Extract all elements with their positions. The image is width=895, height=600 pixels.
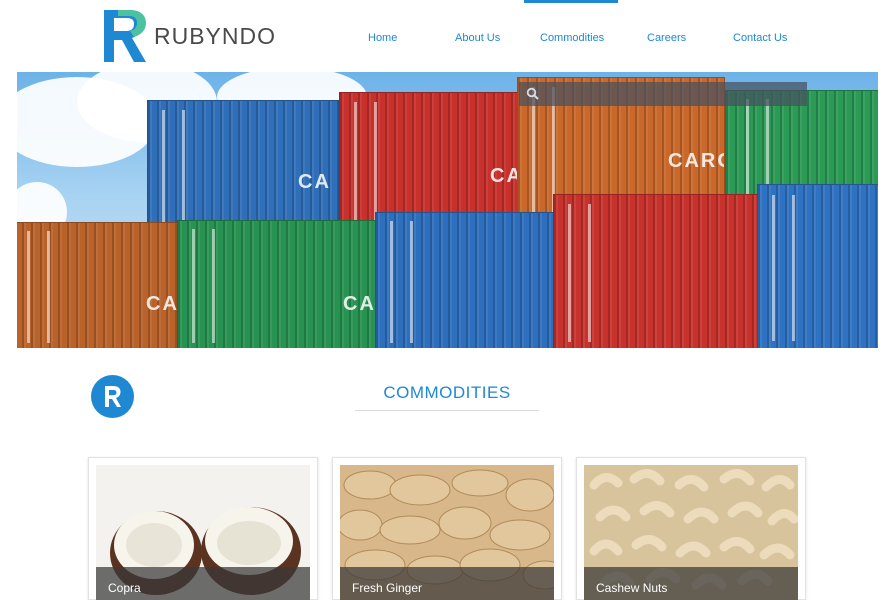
container-orange: CA <box>17 222 182 348</box>
copra-image: Copra <box>96 465 310 600</box>
section-title: COMMODITIES <box>383 383 511 402</box>
container-blue <box>375 212 555 348</box>
nav-about-us[interactable]: About Us <box>455 32 500 44</box>
card-label: Fresh Ginger <box>340 567 554 600</box>
container-blue <box>757 184 878 348</box>
nav-commodities[interactable]: Commodities <box>540 32 604 44</box>
card-label: Copra <box>96 567 310 600</box>
search-input[interactable] <box>519 82 807 106</box>
commodity-card-fresh-ginger[interactable]: Fresh Ginger <box>332 457 562 600</box>
commodity-card-cashew-nuts[interactable]: Cashew Nuts <box>576 457 806 600</box>
brand-name[interactable]: RUBYNDO <box>154 23 276 50</box>
cashew-image: Cashew Nuts <box>584 465 798 600</box>
container-red <box>553 194 763 348</box>
commodity-card-copra[interactable]: Copra <box>88 457 318 600</box>
ginger-image: Fresh Ginger <box>340 465 554 600</box>
hero-banner: CA CA CARG CA CA <box>17 72 878 348</box>
search-icon[interactable] <box>526 87 540 101</box>
site-header: RUBYNDO Home About Us Commodities Career… <box>0 0 895 72</box>
nav-active-indicator <box>524 0 618 3</box>
section-logo-icon <box>91 375 134 418</box>
nav-contact-us[interactable]: Contact Us <box>733 32 787 44</box>
nav-careers[interactable]: Careers <box>647 32 686 44</box>
container-green: CA <box>177 220 377 348</box>
rubyndo-logo-icon[interactable] <box>100 6 148 66</box>
section-divider <box>355 410 539 411</box>
nav-home[interactable]: Home <box>368 32 397 44</box>
card-label: Cashew Nuts <box>584 567 798 600</box>
